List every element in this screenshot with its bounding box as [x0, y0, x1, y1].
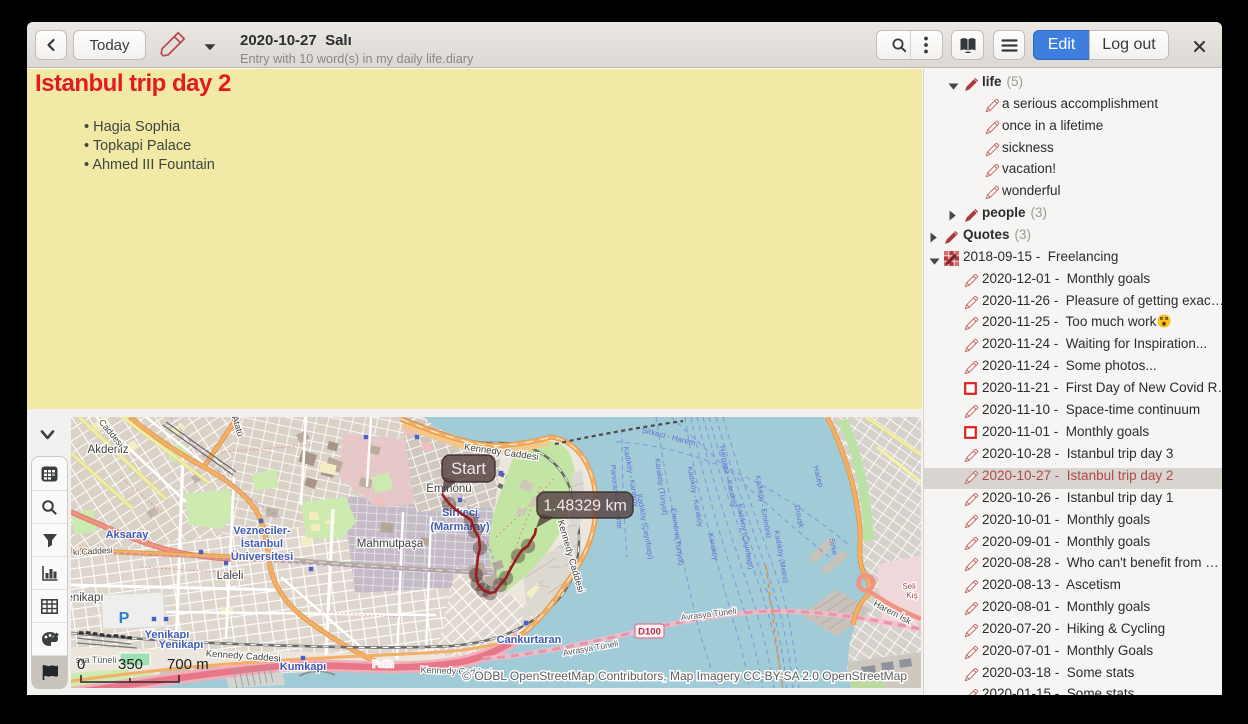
svg-text:Akdeniz: Akdeniz: [88, 444, 129, 456]
svg-text:ki.Caddesi: ki.Caddesi: [73, 545, 113, 557]
svg-text:D100: D100: [638, 627, 661, 638]
svg-text:Laleli: Laleli: [217, 570, 244, 582]
svg-text:0: 0: [77, 656, 85, 673]
svg-text:1.48329 km: 1.48329 km: [543, 498, 627, 515]
svg-text:Fatih: Fatih: [372, 659, 393, 670]
svg-text:Kış: Kış: [906, 591, 918, 600]
svg-text:İstanbul: İstanbul: [241, 537, 283, 550]
svg-text:Kumkapı: Kumkapı: [280, 661, 326, 673]
svg-text:Aksaray: Aksaray: [106, 529, 150, 541]
svg-text:Yenikapı: Yenikapı: [159, 639, 204, 651]
svg-text:350: 350: [118, 656, 143, 673]
svg-text:P: P: [119, 610, 130, 627]
svg-text:Üniversitesi: Üniversitesi: [231, 550, 293, 563]
svg-text:Seli: Seli: [902, 582, 916, 591]
svg-text:700 m: 700 m: [167, 656, 209, 673]
svg-text:Mahmutpaşa: Mahmutpaşa: [357, 538, 424, 550]
svg-text:© ODBL OpenStreetMap Contribut: © ODBL OpenStreetMap Contributors, Map I…: [462, 669, 907, 683]
svg-text:enikapı: enikapı: [71, 592, 104, 604]
svg-text:Start: Start: [451, 460, 486, 478]
svg-text:Vezneciler-: Vezneciler-: [233, 525, 291, 537]
svg-text:Cankurtaran: Cankurtaran: [497, 634, 562, 646]
